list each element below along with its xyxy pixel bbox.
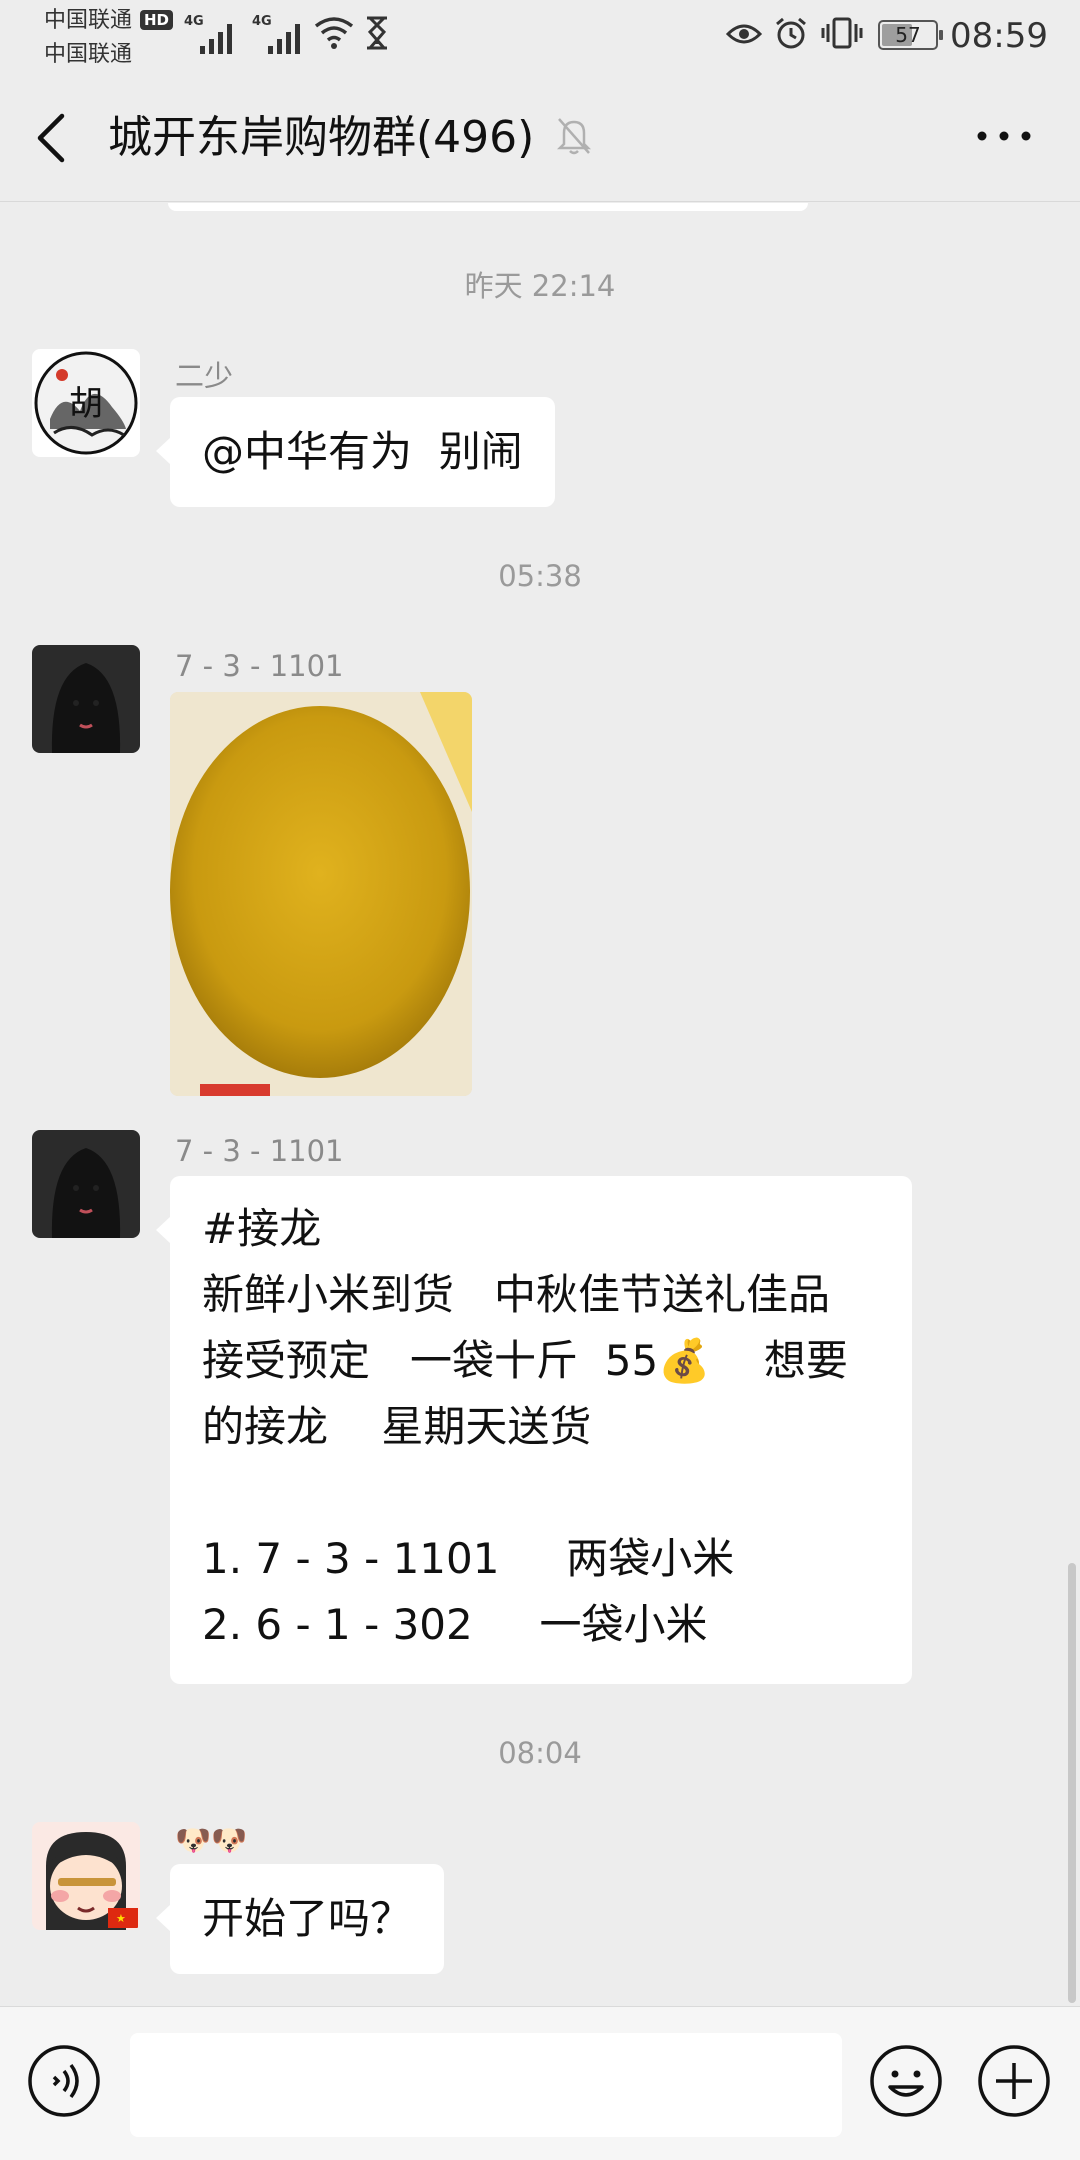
girl-portrait-avatar (32, 645, 140, 753)
sender-name: 🐶🐶 (175, 1823, 248, 1857)
message-line: #接龙 (202, 1204, 322, 1253)
chat-title: 城开东岸购物群(496) (108, 112, 535, 163)
status-bar: 中国联通 中国联通 HD 4G 4G 57 08:59 (0, 0, 1080, 72)
time-divider: 05:38 (498, 559, 582, 593)
svg-text:★: ★ (116, 1912, 126, 1925)
carrier-label-2: 中国联通 (44, 42, 133, 67)
message-bubble[interactable]: #接龙 新鲜小米到货 中秋佳节送礼佳品 接受预定 一袋十斤 55💰 想要 的接龙… (156, 1176, 912, 1684)
message-line: 新鲜小米到货 中秋佳节送礼佳品 (202, 1270, 831, 1319)
avatar[interactable]: ★ (32, 1822, 140, 1930)
girl-portrait-avatar (32, 1130, 140, 1238)
cartoon-girl-avatar: ★ (32, 1822, 140, 1930)
battery-percent: 57 (895, 23, 921, 47)
sender-name: 7 - 3 - 1101 (175, 649, 344, 683)
message-text: 开始了吗？ (202, 1894, 413, 1943)
carrier-label-1: 中国联通 (44, 8, 133, 33)
time-divider: 08:04 (498, 1736, 582, 1770)
ink-calligraphy-avatar: 胡 (32, 349, 140, 457)
message-bubble[interactable]: @中华有为 别闹 (156, 397, 555, 507)
mute-icon (556, 118, 592, 155)
message-line: 2. 6 - 1 - 302 一袋小米 (202, 1600, 708, 1649)
avatar[interactable] (32, 645, 140, 753)
message-list[interactable]: 昨天 22:14 胡 二少 @中华有为 别闹 05:38 7 - 3 - 110… (0, 203, 1080, 2006)
back-icon[interactable] (32, 110, 72, 166)
status-time: 08:59 (950, 16, 1048, 56)
message-line: 的接龙 星期天送货 (202, 1402, 592, 1451)
message-input[interactable] (130, 2033, 842, 2137)
millet-photo[interactable] (170, 692, 472, 1096)
emoji-icon[interactable] (868, 2043, 944, 2119)
avatar[interactable] (32, 1130, 140, 1238)
sender-name: 二少 (175, 359, 234, 393)
message-line: 接受预定 一袋十斤 55💰 想要 (202, 1336, 848, 1385)
sender-name: 7 - 3 - 1101 (175, 1134, 344, 1168)
eye-icon (726, 24, 762, 44)
voice-icon[interactable] (26, 2043, 102, 2119)
avatar[interactable]: 胡 (32, 349, 140, 457)
signal-icon-2: 4G (252, 14, 312, 54)
input-bar (0, 2006, 1080, 2160)
previous-message-bubble (168, 203, 808, 211)
scrollbar[interactable] (1068, 1563, 1076, 2003)
plus-icon[interactable] (976, 2043, 1052, 2119)
message-line: 1. 7 - 3 - 1101 两袋小米 (202, 1534, 735, 1583)
time-divider: 昨天 22:14 (464, 269, 616, 303)
vibrate-icon (821, 17, 863, 49)
message-text: @中华有为 别闹 (202, 427, 523, 476)
millet-in-bag-photo (170, 692, 472, 1096)
hourglass-icon (367, 16, 387, 50)
alarm-clock-icon (776, 17, 806, 49)
more-icon[interactable] (972, 124, 1036, 148)
chat-header: 城开东岸购物群(496) (0, 72, 1080, 202)
message-line (202, 1460, 880, 1526)
svg-text:胡: 胡 (69, 384, 103, 424)
signal-icon-1: 4G (184, 14, 244, 54)
wifi-icon (314, 17, 354, 49)
battery-icon: 57 (878, 20, 943, 50)
hd-badge: HD (140, 10, 174, 30)
message-bubble[interactable]: 开始了吗？ (155, 1864, 445, 1974)
